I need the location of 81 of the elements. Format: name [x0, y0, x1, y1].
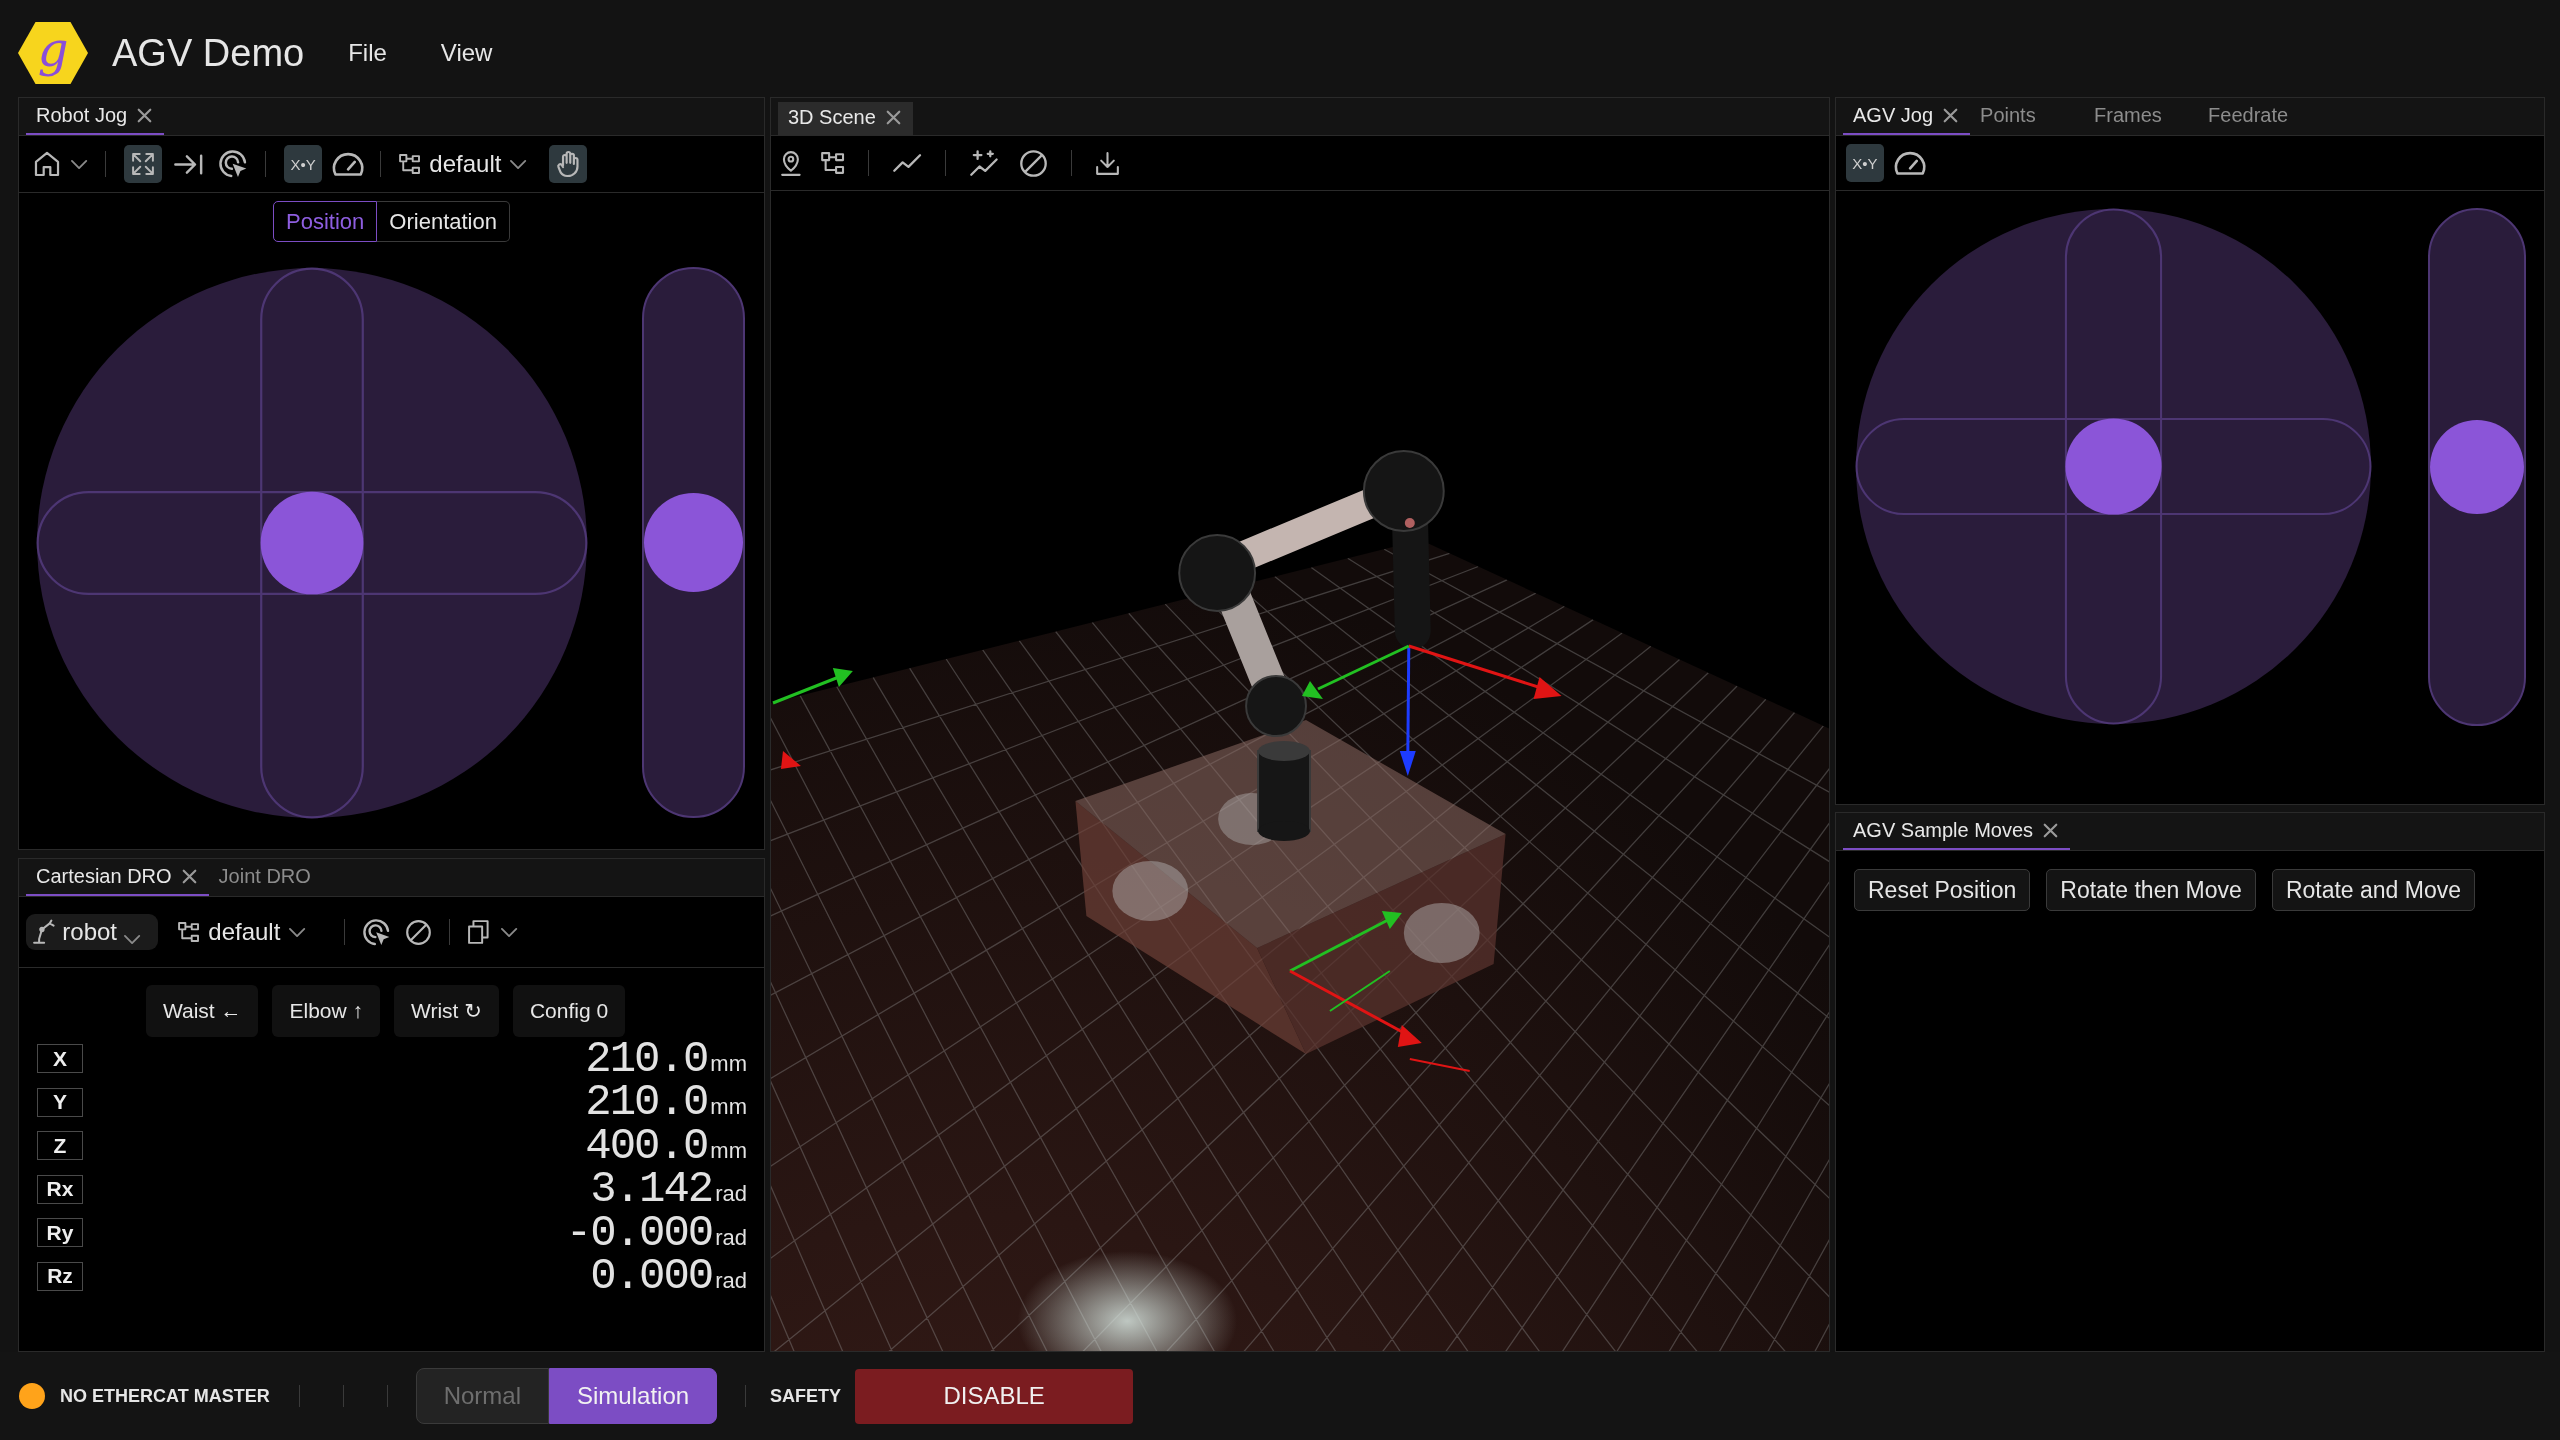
gauge-icon[interactable]	[334, 152, 363, 176]
move-button[interactable]: Rotate and Move	[2271, 869, 2476, 911]
gauge-icon[interactable]	[1896, 151, 1925, 175]
robot-select[interactable]: robot	[26, 914, 159, 950]
config-button[interactable]: Elbow ↑	[272, 985, 380, 1037]
unit-label: mm	[710, 1137, 747, 1164]
tree-icon	[178, 922, 200, 942]
chevron-down-icon[interactable]	[500, 927, 517, 937]
home-icon[interactable]	[35, 152, 59, 176]
arrow-to-line-icon[interactable]	[174, 154, 203, 174]
app-title: AGV Demo	[112, 31, 305, 75]
panel-tab[interactable]: Points	[1970, 98, 2085, 135]
axis-label: Rx	[37, 1174, 83, 1204]
menu-item[interactable]: File	[348, 39, 387, 67]
panel-tab[interactable]: Feedrate	[2198, 98, 2313, 135]
dro-value: 210.0	[585, 1036, 708, 1081]
mode-tab[interactable]: Orientation	[377, 201, 510, 242]
expand-icon	[132, 153, 155, 175]
copy-icon[interactable]	[467, 920, 489, 944]
axis-label: Z	[37, 1131, 83, 1161]
ban-icon[interactable]	[405, 919, 431, 945]
chevron-down-icon	[510, 159, 527, 169]
tree-icon[interactable]	[820, 152, 844, 174]
dro-value: 0.000	[590, 1254, 713, 1299]
close-icon[interactable]	[182, 870, 196, 883]
connection-status: NO ETHERCAT MASTER	[60, 1385, 270, 1407]
dro-value: 400.0	[585, 1123, 708, 1168]
panel-tab[interactable]: 3D Scene	[778, 102, 913, 135]
unit-label: mm	[710, 1050, 747, 1077]
panel-tab[interactable]: Frames	[2084, 98, 2199, 135]
hand-toggle[interactable]	[548, 145, 587, 183]
target-cursor-icon[interactable]	[362, 918, 390, 946]
expand-toggle[interactable]	[124, 145, 163, 183]
xy-toggle[interactable]: X•Y	[284, 145, 323, 183]
unit-label: mm	[710, 1094, 747, 1121]
panel-tab[interactable]: Robot Jog	[26, 98, 165, 135]
frame-select[interactable]: default	[178, 918, 306, 946]
target-cursor-icon[interactable]	[218, 150, 248, 178]
axis-label: X	[37, 1044, 83, 1074]
xy-toggle[interactable]: X•Y	[1846, 144, 1884, 182]
config-button[interactable]: Waist ←	[145, 985, 259, 1037]
config-button[interactable]: Config 0	[512, 985, 626, 1037]
mode-toggle[interactable]: Simulation	[549, 1368, 718, 1424]
panel-tab[interactable]: AGV Jog	[1843, 98, 1971, 135]
panel-tab[interactable]: Cartesian DRO	[26, 859, 209, 896]
chevron-down-icon	[124, 934, 141, 944]
ban-icon[interactable]	[1020, 149, 1048, 177]
unit-label: rad	[715, 1224, 747, 1251]
dro-value: 210.0	[585, 1080, 708, 1125]
tree-icon	[399, 154, 421, 174]
panel-tab[interactable]: Joint DRO	[208, 859, 324, 896]
chevron-down-icon[interactable]	[71, 159, 88, 169]
frame-select[interactable]: default	[399, 150, 527, 178]
sparkle-chart-icon[interactable]	[970, 150, 999, 176]
joystick-pad[interactable]	[36, 267, 588, 819]
map-pin-icon[interactable]	[781, 150, 801, 176]
hand-icon	[556, 151, 579, 177]
robot-arm-icon	[33, 920, 56, 944]
close-icon[interactable]	[1944, 109, 1958, 122]
joystick-pad[interactable]	[1855, 208, 2372, 725]
close-icon[interactable]	[886, 111, 900, 124]
line-chart-icon[interactable]	[893, 154, 922, 172]
config-button[interactable]: Wrist ↻	[394, 985, 499, 1037]
disable-button[interactable]: DISABLE	[855, 1368, 1134, 1424]
unit-label: rad	[715, 1268, 747, 1295]
close-icon[interactable]	[2044, 824, 2058, 837]
unit-label: rad	[715, 1181, 747, 1208]
mode-tab[interactable]: Position	[273, 201, 378, 242]
axis-label: Rz	[37, 1261, 83, 1291]
dro-value: -0.000	[565, 1210, 713, 1255]
close-icon[interactable]	[138, 109, 152, 122]
dro-value: 3.142	[590, 1167, 713, 1212]
move-button[interactable]: Rotate then Move	[2046, 869, 2256, 911]
axis-label: Ry	[37, 1218, 83, 1248]
move-button[interactable]: Reset Position	[1854, 869, 2031, 911]
chevron-down-icon	[289, 927, 306, 937]
safety-label: SAFETY	[770, 1385, 842, 1407]
app-logo: g	[18, 22, 88, 84]
menu-item[interactable]: View	[440, 39, 493, 67]
download-icon[interactable]	[1096, 151, 1120, 175]
axis-label: Y	[37, 1087, 83, 1117]
